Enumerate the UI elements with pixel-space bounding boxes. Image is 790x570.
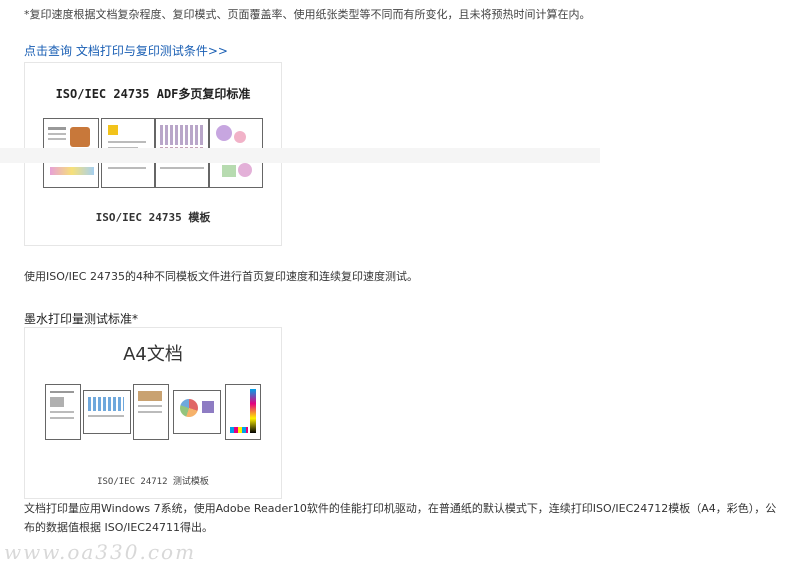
section-heading-ink: 墨水打印量测试标准* <box>24 312 139 326</box>
ink-template-thumb-4 <box>173 390 221 434</box>
ink-template-thumb-2 <box>83 390 131 434</box>
test-conditions-link[interactable]: 点击查询 文档打印与复印测试条件>> <box>24 42 228 59</box>
ink-template-thumb-5 <box>225 384 261 440</box>
paragraph-copy-test: 使用ISO/IEC 24735的4种不同模板文件进行首页复印速度和连续复印速度测… <box>24 270 418 283</box>
ink-template-thumb-3 <box>133 384 169 440</box>
iso-24712-figure: A4文档 ISO/IEC 24712 测试模板 <box>24 327 282 499</box>
site-watermark: www.oa330.com <box>4 540 197 564</box>
paragraph-ink-test-cont: 布的数据值根据 ISO/IEC24711得出。 <box>24 521 213 534</box>
figure-caption: ISO/IEC 24735 模板 <box>95 211 211 224</box>
page-band <box>0 148 600 163</box>
paragraph-ink-test: 文档打印量应用Windows 7系统，使用Adobe Reader10软件的佳能… <box>24 502 777 515</box>
speed-footnote: *复印速度根据文档复杂程度、复印模式、页面覆盖率、使用纸张类型等不同而有所变化，… <box>24 8 591 21</box>
figure-caption: ISO/IEC 24712 测试模板 <box>97 477 209 487</box>
figure-title: ISO/IEC 24735 ADF多页复印标准 <box>55 87 251 101</box>
figure-title: A4文档 <box>123 344 183 365</box>
ink-template-thumb-1 <box>45 384 81 440</box>
